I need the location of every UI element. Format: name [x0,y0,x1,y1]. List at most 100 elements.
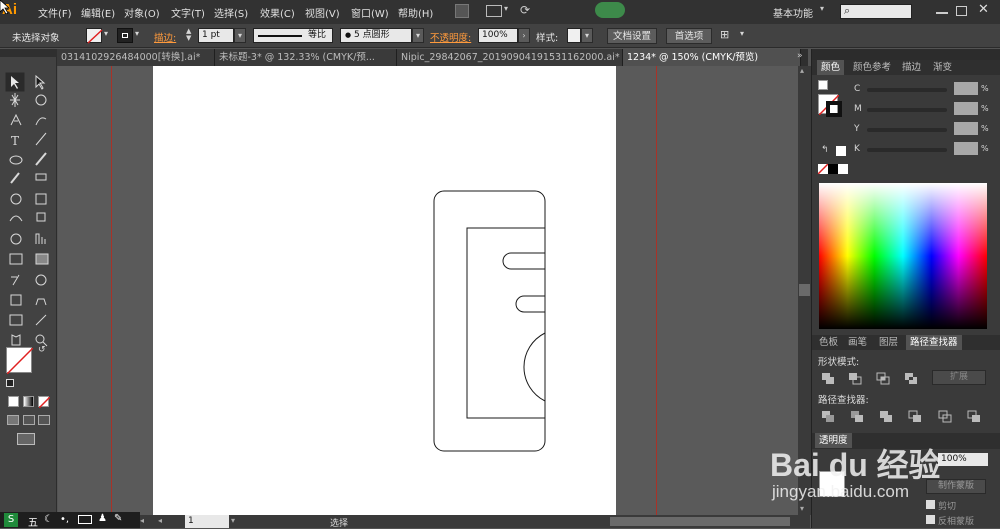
trim-icon[interactable] [850,410,865,423]
chevron-down-icon[interactable]: ▾ [504,4,508,13]
screen-mode-icon[interactable] [17,433,35,445]
divide-icon[interactable] [821,410,836,423]
menu-help[interactable]: 帮助(H) [398,5,433,20]
stroke-profile-select[interactable]: 等比 [253,28,333,43]
stroke-label[interactable]: 描边: [154,30,176,44]
tab-gradient[interactable]: 渐变 [929,60,956,75]
draw-behind-icon[interactable] [23,415,35,425]
tab-brushes[interactable]: 画笔 [844,335,871,350]
menu-select[interactable]: 选择(S) [214,5,248,20]
tab-pathfinder[interactable]: 路径查找器 [906,335,962,350]
opacity-label[interactable]: 不透明度: [430,30,471,44]
half-circle-shape[interactable] [523,332,546,402]
chevron-down-icon[interactable]: ▾ [234,28,246,43]
white-swatch[interactable] [838,164,848,174]
fill-color-swatch[interactable] [6,347,34,375]
middle-pill-shape[interactable] [515,295,545,313]
tab-document-1[interactable]: 0314102926484000[转换].ai* [57,49,215,66]
black-swatch[interactable] [828,164,838,174]
more-tabs-icon[interactable]: » [797,51,803,61]
opacity-input[interactable]: 100% [478,28,518,43]
tab-stroke[interactable]: 描边 [898,60,925,75]
tab-document-2[interactable]: 未标题-3* @ 132.33% (CMYK/预... [215,49,397,66]
horizontal-scrollbar[interactable]: ◂ ◂ 1 ▾ 选择 [140,515,810,529]
exclude-icon[interactable] [904,372,919,385]
color-spectrum[interactable] [819,183,987,329]
brush-select[interactable]: ● 5 点圆形 [340,28,412,43]
cloud-sync-badge[interactable] [595,2,625,18]
arrange-icon[interactable]: ⊞ [720,28,729,41]
artboard-number-input[interactable]: 1 [185,515,229,528]
chevron-down-icon[interactable]: ▾ [581,28,593,43]
stroke-swatch[interactable] [117,28,133,43]
arrange-documents-icon[interactable] [486,5,502,17]
workspace-switcher[interactable]: 基本功能 [773,5,813,20]
chevron-down-icon[interactable]: ▾ [135,29,139,38]
swap-colors-icon[interactable]: ↺ [38,345,46,355]
style-swatch[interactable] [567,28,581,43]
expand-button[interactable]: 扩展 [932,370,986,385]
punctuation-icon[interactable]: •, [60,514,69,525]
merge-icon[interactable] [879,410,894,423]
minimize-icon[interactable] [936,12,948,14]
artwork[interactable] [153,66,616,515]
stroke-color-swatch[interactable] [826,101,842,117]
menu-view[interactable]: 视图(V) [305,5,340,20]
channel-c-input[interactable] [954,82,978,95]
channel-y-input[interactable] [954,122,978,135]
gradient-mode-button[interactable] [23,396,34,407]
gamut-swatch[interactable] [836,146,846,156]
channel-k-input[interactable] [954,142,978,155]
chevron-down-icon[interactable]: ▾ [412,28,424,43]
menu-object[interactable]: 对象(O) [124,5,160,20]
intersect-icon[interactable] [876,372,891,385]
invert-mask-checkbox[interactable] [926,515,935,524]
ime-mode-label[interactable]: 五 [28,514,38,529]
default-colors-icon[interactable] [6,379,14,387]
tab-color[interactable]: 颜色 [817,60,845,75]
outer-rounded-rect[interactable] [433,190,546,452]
tab-swatches[interactable]: 色板 [815,335,842,350]
ime-logo-icon[interactable]: S [4,513,18,527]
skin-icon[interactable]: ♟ [98,513,107,524]
minus-back-icon[interactable] [967,410,982,423]
chevron-down-icon[interactable]: ▾ [740,29,744,38]
menu-edit[interactable]: 编辑(E) [81,5,115,20]
moon-icon[interactable]: ☾ [44,514,53,525]
channel-c-slider[interactable] [867,88,947,92]
tab-document-3[interactable]: Nipic_29842067_20190904191531162000.ai* [397,49,623,66]
maximize-icon[interactable] [956,6,967,16]
menu-type[interactable]: 文字(T) [171,5,205,20]
tab-layers[interactable]: 图层 [875,335,902,350]
inner-rect[interactable] [466,227,546,419]
close-icon[interactable]: ✕ [978,2,989,17]
menu-effect[interactable]: 效果(C) [260,5,295,20]
chevron-down-icon[interactable]: ▾ [104,29,108,38]
preferences-button[interactable]: 首选项 [666,28,712,44]
menu-window[interactable]: 窗口(W) [351,5,389,20]
document-setup-button[interactable]: 文档设置 [607,28,657,44]
tools-icon[interactable]: ✎ [114,513,122,524]
unite-icon[interactable] [821,372,836,385]
chevron-down-icon[interactable]: ▾ [231,516,235,525]
channel-k-slider[interactable] [867,148,947,152]
channel-m-input[interactable] [954,102,978,115]
search-input[interactable]: ⌕ [840,4,912,19]
outline-icon[interactable] [938,410,953,423]
vertical-scroll-thumb[interactable] [799,284,810,296]
horizontal-scroll-thumb[interactable] [610,517,790,526]
crop-icon[interactable] [908,410,923,423]
fill-swatch[interactable] [86,28,103,44]
none-swatch[interactable] [817,163,829,175]
channel-y-slider[interactable] [867,128,947,132]
tab-document-active[interactable]: 1234* @ 150% (CMYK/预览) [623,49,801,66]
first-artboard-icon[interactable]: ◂ [140,516,144,525]
color-mode-button[interactable] [8,396,19,407]
channel-m-slider[interactable] [867,108,947,112]
draw-normal-icon[interactable] [7,415,19,425]
stepper-icon[interactable]: ▲ ▼ [186,28,191,42]
bridge-icon[interactable] [455,4,469,18]
draw-inside-icon[interactable] [38,415,50,425]
chevron-right-icon[interactable]: › [518,28,530,43]
out-of-gamut-icon[interactable]: ↰ [821,145,829,155]
